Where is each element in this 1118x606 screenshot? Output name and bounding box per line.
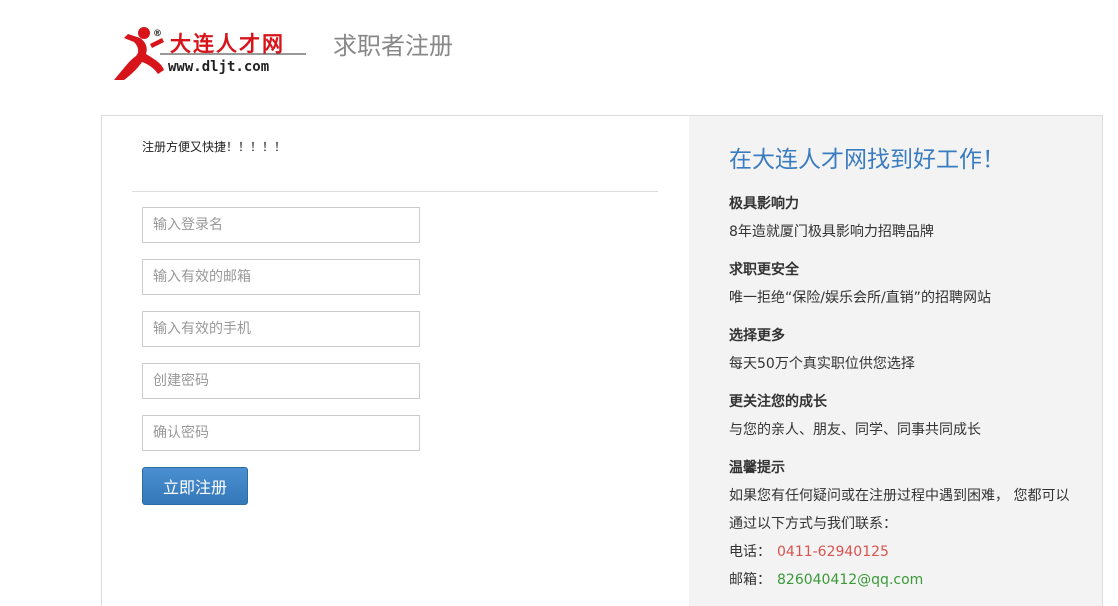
email-line: 邮箱： 826040412@qq.com xyxy=(729,569,923,589)
svg-text:®: ® xyxy=(153,29,162,39)
divider xyxy=(132,191,658,192)
tips-line: 通过以下方式与我们联系： xyxy=(729,516,897,532)
username-input[interactable] xyxy=(142,207,420,243)
registration-panel: 注册方便又快捷！！！！！ 立即注册 在大连人才网找到好工作！ 极具影响力 8年造… xyxy=(101,115,1103,606)
logo-cn-text: 大连人才网 xyxy=(170,32,285,56)
feature-desc: 每天50万个真实职位供您选择 xyxy=(729,356,915,372)
feature-title: 求职更安全 xyxy=(729,262,799,278)
phone-number: 0411-62940125 xyxy=(777,544,889,560)
feature-title: 极具影响力 xyxy=(729,196,799,212)
info-sidebar: 在大连人才网找到好工作！ 极具影响力 8年造就厦门极具影响力招聘品牌 求职更安全… xyxy=(689,116,1102,606)
registration-form: 注册方便又快捷！！！！！ 立即注册 xyxy=(102,116,688,606)
feature-title: 更关注您的成长 xyxy=(729,394,827,410)
mobile-input[interactable] xyxy=(142,311,420,347)
email-input[interactable] xyxy=(142,259,420,295)
email-address[interactable]: 826040412@qq.com xyxy=(777,572,923,588)
tips-line: 如果您有任何疑问或在注册过程中遇到困难， 您都可以 xyxy=(729,488,1070,504)
confirm-password-input[interactable] xyxy=(142,415,420,451)
phone-line: 电话： 0411-62940125 xyxy=(729,541,889,561)
page-title: 求职者注册 xyxy=(333,32,453,60)
feature-desc: 8年造就厦门极具影响力招聘品牌 xyxy=(729,224,934,240)
site-logo[interactable]: ® 大连人才网 www.dljt.com xyxy=(110,24,310,82)
register-button[interactable]: 立即注册 xyxy=(142,467,248,505)
tips-title: 温馨提示 xyxy=(729,460,785,476)
email-label: 邮箱： xyxy=(729,572,771,588)
logo-url-text: www.dljt.com xyxy=(168,59,270,75)
form-intro: 注册方便又快捷！！！！！ xyxy=(142,140,287,154)
feature-title: 选择更多 xyxy=(729,328,785,344)
feature-desc: 唯一拒绝“保险/娱乐会所/直销”的招聘网站 xyxy=(729,290,991,306)
phone-label: 电话： xyxy=(729,544,771,560)
password-input[interactable] xyxy=(142,363,420,399)
info-title: 在大连人才网找到好工作！ xyxy=(729,147,1005,173)
feature-desc: 与您的亲人、朋友、同学、同事共同成长 xyxy=(729,422,981,438)
